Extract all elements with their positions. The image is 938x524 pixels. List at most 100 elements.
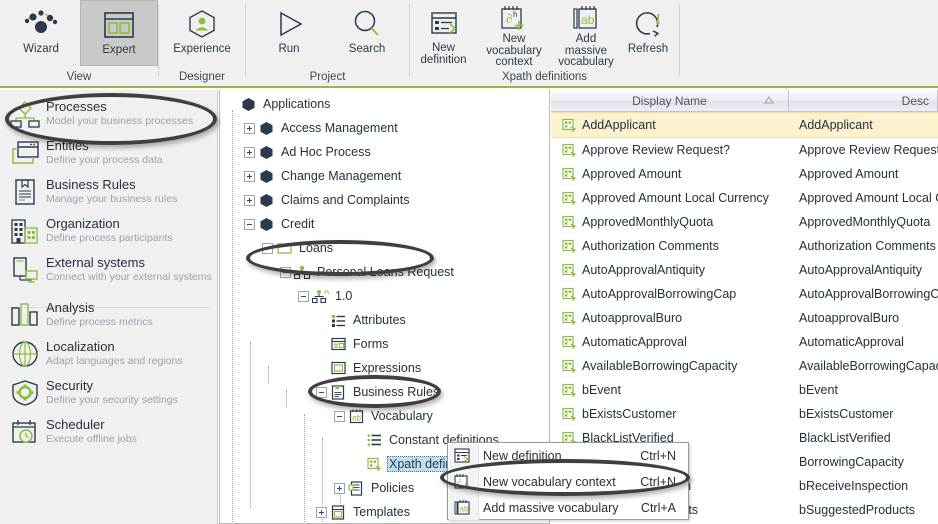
sidebar-item-entities-title: Entities [46,137,89,153]
tree-node-expressions[interactable]: Expressions [220,356,549,380]
sidebar-item-scheduler[interactable]: Scheduler Execute offline jobs [0,412,217,451]
ribbon-separator [679,4,680,76]
cell-display-name-text: AddApplicant [582,118,656,132]
tree-node-personal-loans-request[interactable]: Personal Loans Request [220,260,549,284]
wizard-button[interactable]: Wizard [2,0,80,66]
search-button-label: Search [348,43,386,55]
sidebar-item-localization[interactable]: Localization Adapt languages and regions [0,334,217,373]
tree-node-business-rules[interactable]: Business Rules [220,380,549,404]
tree-node-ad-hoc-process[interactable]: Ad Hoc Process [220,140,549,164]
expert-button[interactable]: Expert [80,0,158,66]
tree-expander-plus-icon[interactable] [244,146,255,158]
search-button[interactable]: Search [328,0,406,66]
sidebar-item-entities[interactable]: Entities Define your process data [0,133,217,172]
cell-display-name: Approve Review Request? [551,142,789,158]
tree-node-label: Business Rules [353,385,440,399]
tree-expander-plus-icon[interactable] [316,506,327,518]
sidebar-item-business-rules-title: Business Rules [46,176,136,192]
sidebar-item-scheduler-title: Scheduler [46,416,105,432]
context-menu-item-add-massive-vocabulary[interactable]: ab Add massive vocabulary Ctrl+A [448,495,688,521]
tree-node-access-management[interactable]: Access Management [220,116,549,140]
sidebar-item-processes[interactable]: Processes Model your business processes [0,94,217,133]
business-rules-icon [8,176,42,208]
sidebar-item-organization[interactable]: Organization Define process participants [0,211,217,250]
tree-expander-minus-icon[interactable] [316,386,327,398]
sidebar-item-security[interactable]: Security Define your security settings [0,373,217,412]
cell-description: bEvent [799,383,838,397]
cell-display-name-text: AutoapprovalBuro [582,311,683,325]
cell-description: bExistsCustomer [799,407,894,421]
expressions-icon [329,359,347,377]
table-row[interactable]: Approve Review Request? Approve Review Re… [551,138,938,162]
xpath-def-icon [561,286,577,302]
run-button[interactable]: Run [250,0,328,66]
tree-node-credit[interactable]: Credit [220,212,549,236]
table-row[interactable]: Approved Amount Approved Amount [551,162,938,186]
tree-expander-minus-icon[interactable] [262,242,273,254]
tree-node-label: 1.0 [335,289,353,303]
sidebar-item-external-systems[interactable]: External systems Connect with your exter… [0,250,217,289]
table-row[interactable]: ApprovedMonthlyQuota ApprovedMonthlyQuota [551,210,938,234]
column-header-display-name[interactable]: Display Name [551,90,789,112]
table-row[interactable]: AutoapprovalBuro AutoapprovalBuro [551,306,938,330]
table-row[interactable]: Approved Amount Local Currency Approved A… [551,186,938,210]
process-version-icon [311,287,329,305]
attributes-icon [329,311,347,329]
tree-node-label: Forms [353,337,389,351]
sidebar-item-analysis[interactable]: Analysis Define process metrics [0,295,217,334]
tree-expander-plus-icon[interactable] [244,194,255,206]
sidebar-item-business-rules[interactable]: Business Rules Manage your business rule… [0,172,217,211]
table-row[interactable]: AvailableBorrowingCapacity AvailableBorro… [551,354,938,378]
tree-node-change-management[interactable]: Change Management [220,164,549,188]
new-vocabulary-context-button[interactable]: ∂ h New vocabulary context [475,0,553,68]
tree-node-label: Personal Loans Request [317,265,454,279]
sidebar-item-scheduler-subtitle: Execute offline jobs [46,432,137,445]
tree-node-label: Applications [263,97,331,111]
tree-node-1-0[interactable]: 1.0 [220,284,549,308]
experience-button[interactable]: Experience [163,0,241,66]
new-definition-button[interactable]: New definition [412,0,475,66]
tree-expander-minus-icon[interactable] [244,218,255,230]
tree-node-loans[interactable]: Loans [220,236,549,260]
ribbon-group-project: Run Search Project [246,0,409,86]
tree-node-vocabulary[interactable]: ab Vocabulary [220,404,549,428]
tree-expander-plus-icon[interactable] [334,482,345,494]
tree-node-forms[interactable]: Forms [220,332,549,356]
table-row[interactable]: bEvent bEvent [551,378,938,402]
tree-expander-spacer [352,435,363,446]
context-menu-item-add-massive-vocabulary-label: Add massive vocabulary [483,501,619,515]
tree-expander-minus-icon[interactable] [334,410,345,422]
table-row[interactable]: AutomaticApproval AutomaticApproval [551,330,938,354]
tree-expander-minus-icon[interactable] [280,266,291,278]
tree-expander-plus-icon[interactable] [244,122,255,134]
run-button-label: Run [278,43,300,55]
column-header-description[interactable]: Desc [789,90,938,112]
cell-display-name: Approved Amount [551,166,789,182]
tree-node-applications[interactable]: Applications [220,92,549,116]
tree-node-label: Loans [299,241,334,255]
table-row[interactable]: AddApplicant AddApplicant [551,112,938,138]
cell-description: AutoApprovalBorrowingCap [799,287,938,301]
xpath-def-icon [561,117,577,133]
context-menu-item-new-definition[interactable]: New definition Ctrl+N [448,443,688,469]
refresh-button[interactable]: Refresh [619,0,677,66]
cell-description: bSuggestedProducts [799,503,916,517]
tree-expander-minus-icon[interactable] [298,290,309,302]
cell-display-name-text: Approved Amount Local Currency [582,191,769,205]
sidebar-item-business-rules-subtitle: Manage your business rules [46,192,178,205]
context-menu[interactable]: New definition Ctrl+N ∂ New vocabulary c… [447,442,689,520]
tree-expander-plus-icon[interactable] [244,170,255,182]
folder-icon [275,239,293,257]
table-row[interactable]: AutoApprovalAntiquity AutoApprovalAntiqui… [551,258,938,282]
app-hex-icon [257,215,275,233]
table-row[interactable]: bExistsCustomer bExistsCustomer [551,402,938,426]
refresh-button-label: Refresh [627,43,669,55]
context-menu-item-new-vocabulary-context[interactable]: ∂ New vocabulary context Ctrl+N [448,469,688,495]
table-row[interactable]: Authorization Comments Authorization Comm… [551,234,938,258]
new-vocabulary-context-button-label: New vocabulary context [486,33,542,68]
tree-node-attributes[interactable]: Attributes [220,308,549,332]
add-massive-vocabulary-button[interactable]: ab Add massive vocabulary [553,0,619,68]
tree-node-claims-and-complaints[interactable]: Claims and Complaints [220,188,549,212]
new-vocabulary-context-icon: ∂ [448,469,477,495]
table-row[interactable]: AutoApprovalBorrowingCap AutoApprovalBorr… [551,282,938,306]
